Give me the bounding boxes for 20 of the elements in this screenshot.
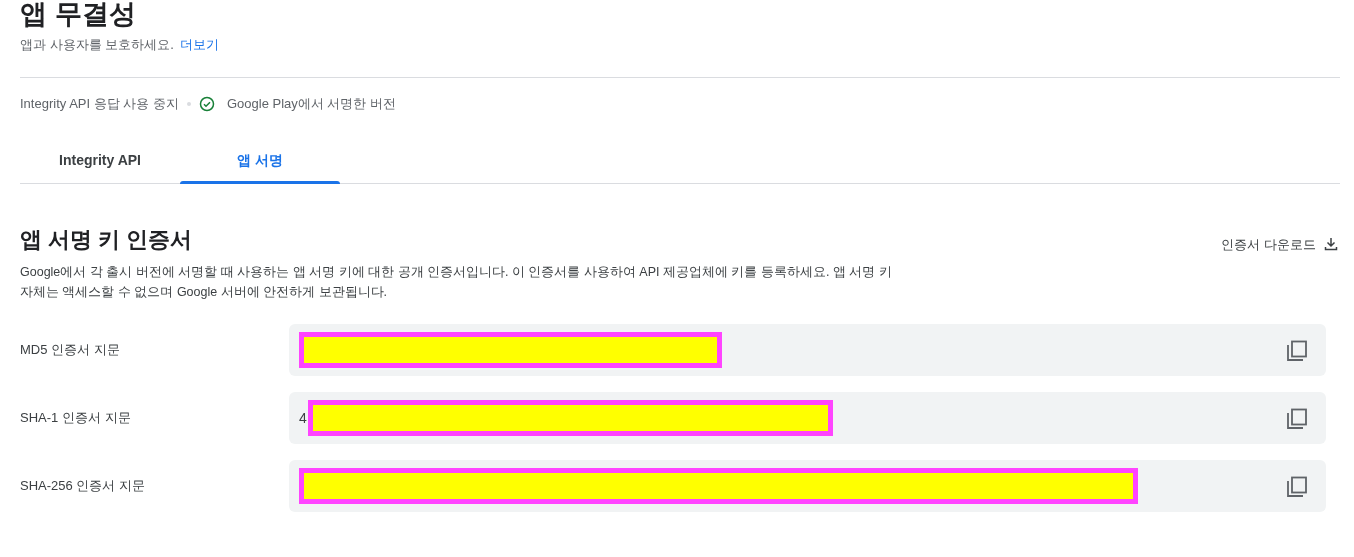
- copy-button[interactable]: [1286, 406, 1308, 430]
- tab[interactable]: Integrity API: [20, 138, 180, 183]
- copy-button[interactable]: [1286, 338, 1308, 362]
- check-circle-icon: [198, 95, 215, 112]
- field-label: SHA-256 인증서 지문: [20, 477, 146, 496]
- separator-dot: [186, 101, 191, 106]
- status-text: Google Play에서 서명한 버전: [226, 94, 396, 113]
- tab[interactable]: 앱 서명: [180, 138, 340, 183]
- field-label: SHA-1 인증서 지문: [20, 409, 132, 428]
- download-button[interactable]: 인증서 다운로드: [1221, 234, 1338, 254]
- section-title: 앱 서명 키 인증서: [20, 226, 193, 253]
- page-title: 앱 무결성: [20, 0, 137, 30]
- description-text: Google에서 각 출시 버전에 서명할 때 사용하는 앱 서명 키에 대한 공개 인증서입니다. 이 인증서를 사용하여 API 제공업체에 키를 등록하세요. 앱 서명 키 자체는 액세스할 수 없으며 Google 서버에 안전하게 보관됩니다.: [20, 264, 893, 301]
- learn-more-link[interactable]: 더보기: [179, 37, 219, 52]
- copy-button[interactable]: [1286, 474, 1308, 498]
- subtitle-text: 앱과 사용자를 보호하세요.: [20, 37, 174, 52]
- fingerprint-value: 4: [299, 408, 307, 428]
- download-icon: [1324, 237, 1338, 252]
- status-text: Integrity API 응답 사용 중지: [20, 94, 179, 113]
- field-label: MD5 인증서 지문: [20, 341, 121, 360]
